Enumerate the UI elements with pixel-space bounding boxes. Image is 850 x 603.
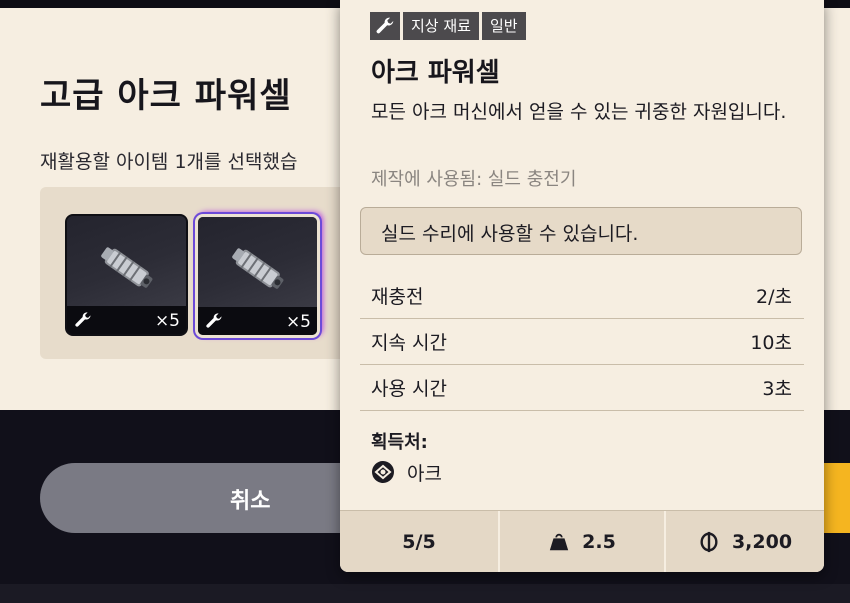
- slot-count: ×5: [285, 312, 311, 332]
- price: 3,200: [666, 511, 824, 572]
- stat-value: 2/초: [756, 286, 792, 308]
- stack-size: 5/5: [340, 511, 500, 572]
- stat-value: 10초: [750, 332, 792, 354]
- tooltip-footer: 5/5 2.5 3,200: [340, 510, 824, 572]
- stat-row: 재충전 2/초: [360, 272, 804, 319]
- wrench-icon: [376, 17, 394, 34]
- dialog-title: 고급 아크 파워셀: [40, 76, 292, 116]
- stat-row: 사용 시간 3초: [360, 364, 804, 411]
- rarity-tag: 일반: [481, 12, 526, 40]
- item-slot[interactable]: ×5: [65, 214, 188, 336]
- stat-label: 지속 시간: [371, 332, 447, 354]
- category-tag: 지상 재료: [403, 12, 479, 40]
- used-in-text: 제작에 사용됨: 실드 충전기: [371, 169, 577, 190]
- source-name: 아크: [407, 462, 442, 485]
- source-title: 획득처:: [371, 432, 428, 453]
- weight-icon: [549, 533, 569, 551]
- price-value: 3,200: [731, 531, 793, 553]
- item-tooltip: 지상 재료 일반 아크 파워셀 모든 아크 머신에서 얻을 수 있는 귀중한 자…: [340, 0, 824, 572]
- stat-value: 3초: [762, 378, 792, 400]
- item-note: 실드 수리에 사용할 수 있습니다.: [381, 223, 639, 245]
- slot-count: ×5: [154, 311, 180, 331]
- stat-row: 지속 시간 10초: [360, 318, 804, 365]
- currency-icon: [700, 531, 718, 553]
- item-tags: 지상 재료 일반: [370, 12, 529, 40]
- item-slots-panel: ×5 ×5: [40, 187, 360, 359]
- power-cell-icon: [232, 248, 284, 289]
- stat-label: 사용 시간: [371, 378, 447, 400]
- stack-size-value: 5/5: [402, 531, 436, 553]
- weight: 2.5: [500, 511, 666, 572]
- dialog-subtitle: 재활용할 아이템 1개를 선택했습: [40, 151, 298, 173]
- item-slot-selected[interactable]: ×5: [195, 214, 320, 338]
- category-tag-icon: [370, 12, 400, 40]
- source-item: 아크: [371, 459, 442, 485]
- weight-value: 2.5: [582, 531, 616, 553]
- item-note-box: 실드 수리에 사용할 수 있습니다.: [360, 207, 802, 255]
- power-cell-icon: [101, 247, 153, 288]
- item-name: 아크 파워셀: [371, 58, 500, 88]
- bottom-strip: [0, 584, 850, 603]
- stat-label: 재충전: [371, 286, 424, 308]
- wrench-icon: [75, 312, 91, 327]
- arc-icon: [372, 461, 394, 483]
- item-description: 모든 아크 머신에서 얻을 수 있는 귀중한 자원입니다.: [371, 101, 787, 123]
- cancel-button-label: 취소: [230, 489, 271, 514]
- wrench-icon: [206, 313, 222, 328]
